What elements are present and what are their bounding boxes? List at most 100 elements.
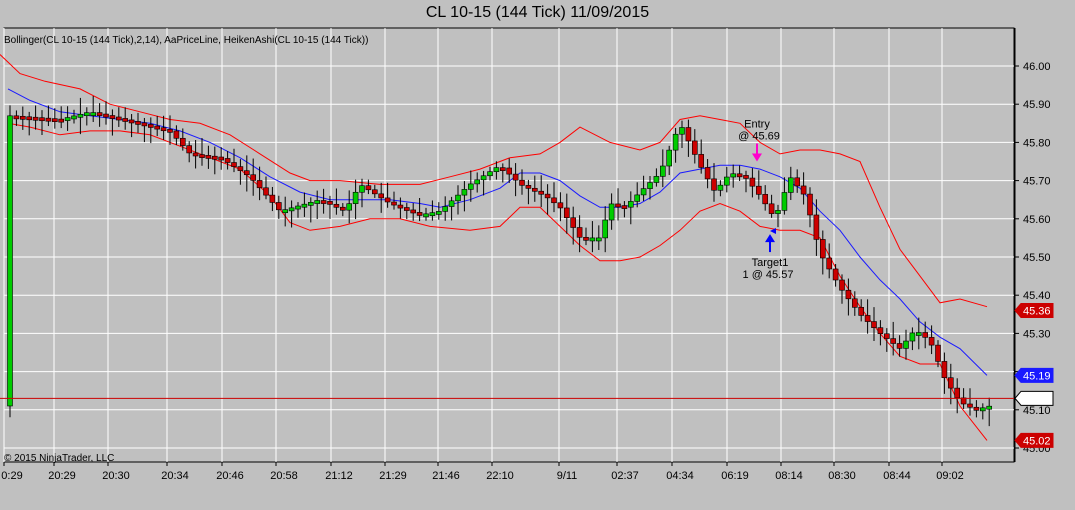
candle-body (13, 115, 20, 120)
candle-body (429, 212, 436, 216)
candle-body (877, 327, 884, 335)
candle-body (768, 203, 775, 214)
target-price-label: 1 @ 45.57 (743, 269, 794, 281)
candle-body (45, 117, 52, 122)
candle-body (576, 227, 583, 238)
candle-body (794, 177, 801, 187)
indicators-label: Bollinger(CL 10-15 (144 Tick),2,14), AaP… (4, 35, 368, 46)
candle-body (512, 173, 519, 181)
candle-body (775, 210, 781, 214)
candle-body (58, 118, 65, 123)
middle-bollinger-band (7, 88, 988, 376)
candle-body (307, 202, 314, 206)
candle-body (672, 133, 679, 151)
candle-body (519, 179, 525, 186)
candle-body (755, 185, 762, 195)
candle-body (499, 167, 506, 171)
candle-body (19, 115, 26, 120)
candle-body (525, 185, 532, 189)
candle-body (839, 279, 845, 291)
candle-body (589, 237, 596, 242)
y-tick-label: 45.50 (1023, 252, 1051, 264)
candle-body (967, 403, 973, 408)
x-tick-label: 08:14 (775, 470, 803, 482)
x-tick-label: 21:12 (325, 470, 353, 482)
candle-body (851, 298, 858, 308)
candle-body (359, 185, 365, 193)
candle-body (51, 118, 58, 122)
candle-body (199, 154, 205, 158)
chart-window: CL 10-15 (144 Tick) 11/09/2015 46.00 45.9… (0, 0, 1075, 510)
candle-body (883, 333, 890, 339)
y-tick-label: 45.80 (1023, 137, 1051, 149)
candle-body (26, 116, 33, 121)
candle-body (679, 127, 685, 135)
x-tick-label: 0:29 (1, 470, 22, 482)
candle-body (826, 257, 833, 270)
x-tick-label: 06:19 (721, 470, 749, 482)
candle-body (148, 124, 154, 128)
candle-body (890, 338, 897, 344)
candle-body (608, 203, 615, 221)
candle-body (263, 187, 269, 196)
x-tick-label: 08:44 (883, 470, 911, 482)
target-label: Target1 (752, 257, 789, 269)
candle-body (327, 201, 333, 205)
candle-body (212, 155, 218, 160)
candle-body (167, 129, 173, 133)
candle-body (275, 202, 282, 211)
candle-body (84, 112, 90, 117)
candle-body (736, 173, 743, 178)
candle-body (551, 197, 557, 204)
price-badge: 45.36 (1014, 302, 1054, 318)
price-badge-label: 45.13 (1023, 393, 1051, 405)
candle-body (39, 117, 45, 122)
candle-body (871, 321, 877, 328)
candle-body (704, 167, 711, 180)
candle-body (922, 332, 929, 338)
candle-body (231, 162, 237, 167)
candle-body (103, 113, 109, 118)
candle-body (909, 332, 916, 342)
candle-body (979, 407, 986, 412)
candle-body (224, 158, 231, 163)
candle-body (339, 206, 346, 211)
candle-body (506, 167, 513, 175)
y-tick-label: 45.60 (1023, 214, 1051, 226)
candle-body (896, 343, 903, 349)
candle-body (333, 203, 340, 208)
candle-body (717, 184, 724, 191)
candle-body (352, 191, 359, 204)
price-chart[interactable]: 46.00 45.90 45.80 45.70 45.60 45.50 45.40 45.30… (0, 0, 1075, 510)
x-tick-label: 04:34 (666, 470, 694, 482)
candle-body (403, 207, 410, 211)
candle-body (474, 179, 481, 185)
candle-body (371, 189, 378, 195)
candle-body (928, 337, 935, 346)
candle-body (935, 344, 941, 362)
candle-body (595, 237, 602, 242)
candle-body (723, 176, 730, 186)
candle-body (819, 239, 826, 259)
candle-body (186, 145, 192, 154)
plot-frame (3, 27, 1015, 463)
x-tick-label: 9/11 (557, 470, 578, 482)
candle-body (487, 171, 493, 177)
candle-body (743, 175, 749, 179)
candle-body (346, 203, 353, 211)
candle-body (864, 315, 871, 322)
entry-price-label: @ 45.69 (738, 131, 780, 143)
price-badge-label: 45.02 (1023, 435, 1051, 447)
candle-body (659, 165, 666, 177)
candle-body (845, 289, 852, 300)
candle-body (647, 182, 653, 189)
candle-body (256, 180, 263, 189)
copyright-label: © 2015 NinjaTrader, LLC (4, 453, 114, 464)
candle-body (749, 177, 756, 187)
candle-body (858, 307, 865, 316)
candle-body (538, 190, 545, 195)
candle-body (800, 185, 807, 195)
candle-body (941, 361, 948, 379)
candle-body (384, 197, 391, 203)
y-tick-label: 45.40 (1023, 290, 1051, 302)
